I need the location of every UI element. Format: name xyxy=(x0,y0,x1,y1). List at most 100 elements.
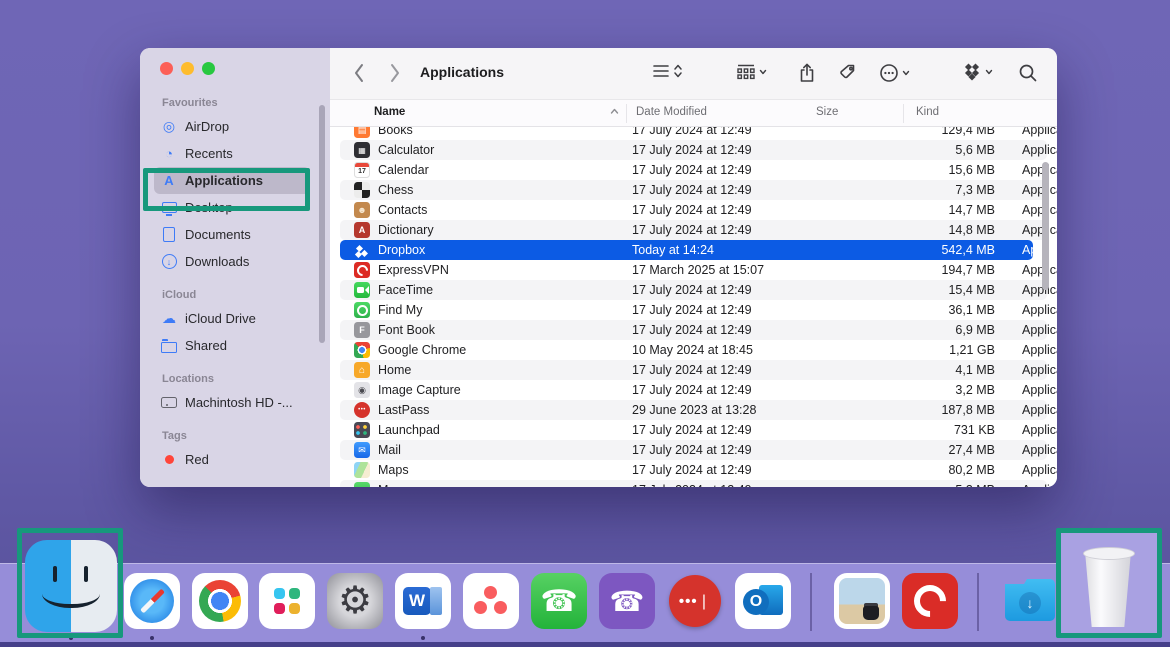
table-row-dictionary[interactable]: Dictionary17 July 2024 at 12:4914,8 MBAp… xyxy=(340,220,1047,240)
airdrop-icon xyxy=(160,118,178,136)
back-chevron-icon[interactable] xyxy=(352,62,366,84)
column-header-name[interactable]: Name xyxy=(374,106,405,118)
kind-cell: Application xyxy=(995,443,1057,457)
launchpad-app-icon xyxy=(354,422,370,438)
sidebar-section: iCloudiCloud DriveShared xyxy=(160,289,330,359)
dock-icon-whatsapp[interactable] xyxy=(531,573,587,629)
sidebar-item-red[interactable]: Red xyxy=(154,446,310,473)
date-modified-cell: 17 July 2024 at 12:49 xyxy=(632,443,912,457)
dock-icon-slack[interactable] xyxy=(259,573,315,629)
dock-icon-preview[interactable] xyxy=(834,573,890,629)
maps-app-icon xyxy=(354,462,370,478)
column-divider[interactable] xyxy=(903,104,904,123)
minimize-button[interactable] xyxy=(181,62,194,75)
findmy-app-icon xyxy=(354,302,370,318)
file-name-cell: Contacts xyxy=(340,202,632,218)
table-row-dropbox[interactable]: DropboxToday at 14:24542,4 MBApplication xyxy=(340,240,1033,260)
column-divider[interactable] xyxy=(626,104,627,123)
table-row-chess[interactable]: Chess17 July 2024 at 12:497,3 MBApplicat… xyxy=(340,180,1047,200)
sidebar-item-label: AirDrop xyxy=(185,119,229,134)
close-button[interactable] xyxy=(160,62,173,75)
size-cell: 4,1 MB xyxy=(912,363,995,377)
dock-icon-lastpass[interactable] xyxy=(667,573,723,629)
dock-icon-google-chrome[interactable] xyxy=(192,573,248,629)
zoom-button[interactable] xyxy=(202,62,215,75)
table-row-messages[interactable]: Messages17 July 2024 at 12:495,3 MBAppli… xyxy=(340,480,1047,487)
sidebar-item-icloud-drive[interactable]: iCloud Drive xyxy=(154,305,310,332)
sidebar-scrollbar[interactable] xyxy=(319,105,325,343)
dock-icon-system-settings[interactable] xyxy=(327,573,383,629)
size-cell: 194,7 MB xyxy=(912,263,995,277)
table-row-calendar[interactable]: Calendar17 July 2024 at 12:4915,6 MBAppl… xyxy=(340,160,1047,180)
tags-icon[interactable] xyxy=(838,63,857,82)
sidebar-item-downloads[interactable]: Downloads xyxy=(154,248,310,275)
table-row-calculator[interactable]: Calculator17 July 2024 at 12:495,6 MBApp… xyxy=(340,140,1047,160)
chevron-down-icon xyxy=(902,69,910,77)
file-name-cell: ExpressVPN xyxy=(340,262,632,278)
table-row-lastpass[interactable]: LastPass29 June 2023 at 13:28187,8 MBApp… xyxy=(340,400,1047,420)
file-name-cell: Google Chrome xyxy=(340,342,632,358)
table-row-font-book[interactable]: Font Book17 July 2024 at 12:496,9 MBAppl… xyxy=(340,320,1047,340)
dock-icon-safari[interactable] xyxy=(124,573,180,629)
dock-icon-microsoft-outlook[interactable] xyxy=(735,573,791,629)
column-header-date[interactable]: Date Modified xyxy=(636,106,707,118)
file-name-cell: Image Capture xyxy=(340,382,632,398)
forward-chevron-icon[interactable] xyxy=(388,62,402,84)
list-scrollbar[interactable] xyxy=(1042,162,1049,290)
table-row-expressvpn[interactable]: ExpressVPN17 March 2025 at 15:07194,7 MB… xyxy=(340,260,1047,280)
dock-icon-downloads[interactable] xyxy=(1002,573,1058,629)
table-row-find-my[interactable]: Find My17 July 2024 at 12:4936,1 MBAppli… xyxy=(340,300,1047,320)
file-name-cell: LastPass xyxy=(340,402,632,418)
dock-icon-expressvpn[interactable] xyxy=(902,573,958,629)
dock-icon-asana[interactable] xyxy=(463,573,519,629)
highlight-box-applications xyxy=(143,168,310,211)
sidebar-item-recents[interactable]: Recents xyxy=(154,140,310,167)
table-row-maps[interactable]: Maps17 July 2024 at 12:4980,2 MBApplicat… xyxy=(340,460,1047,480)
table-row-home[interactable]: Home17 July 2024 at 12:494,1 MBApplicati… xyxy=(340,360,1047,380)
view-as-list-icon[interactable] xyxy=(652,63,683,79)
highlight-box-finder xyxy=(17,528,123,638)
sidebar-item-machintosh-hd[interactable]: Machintosh HD -... xyxy=(154,389,310,416)
file-name-cell: Messages xyxy=(340,482,632,487)
share-icon[interactable] xyxy=(798,63,816,83)
size-cell: 129,4 MB xyxy=(912,127,995,137)
dock-icon-microsoft-word[interactable] xyxy=(395,573,451,629)
icloud-icon xyxy=(160,310,178,328)
fontbook-app-icon xyxy=(354,322,370,338)
dropbox-menu-icon[interactable] xyxy=(962,63,993,81)
traffic-lights xyxy=(160,62,330,75)
table-row-launchpad[interactable]: Launchpad17 July 2024 at 12:49731 KBAppl… xyxy=(340,420,1047,440)
group-by-icon[interactable] xyxy=(736,63,767,80)
size-cell: 187,8 MB xyxy=(912,403,995,417)
more-actions-icon[interactable] xyxy=(879,63,910,83)
date-modified-cell: 17 July 2024 at 12:49 xyxy=(632,223,912,237)
table-row-facetime[interactable]: FaceTime17 July 2024 at 12:4915,4 MBAppl… xyxy=(340,280,1047,300)
file-name-cell: Calculator xyxy=(340,142,632,158)
sidebar-item-documents[interactable]: Documents xyxy=(154,221,310,248)
file-name-cell: Mail xyxy=(340,442,632,458)
contacts-app-icon xyxy=(354,202,370,218)
search-icon[interactable] xyxy=(1018,63,1038,83)
table-row-contacts[interactable]: Contacts17 July 2024 at 12:4914,7 MBAppl… xyxy=(340,200,1047,220)
kind-cell: Application xyxy=(995,403,1057,417)
table-row-mail[interactable]: Mail17 July 2024 at 12:4927,4 MBApplicat… xyxy=(340,440,1047,460)
file-name: Dropbox xyxy=(378,243,425,257)
sidebar-item-airdrop[interactable]: AirDrop xyxy=(154,113,310,140)
file-name-cell: Calendar xyxy=(340,162,632,178)
file-name: Books xyxy=(378,127,413,137)
table-row-books[interactable]: Books17 July 2024 at 12:49129,4 MBApplic… xyxy=(340,127,1047,140)
table-row-google-chrome[interactable]: Google Chrome10 May 2024 at 18:451,21 GB… xyxy=(340,340,1047,360)
chevron-down-icon xyxy=(985,68,993,76)
column-header-size[interactable]: Size xyxy=(816,106,838,118)
sort-ascending-icon xyxy=(610,108,619,115)
dock-icon-viber[interactable] xyxy=(599,573,655,629)
dock-icon-trash[interactable] xyxy=(1078,547,1138,627)
running-indicator xyxy=(421,636,425,640)
table-row-image-capture[interactable]: Image Capture17 July 2024 at 12:493,2 MB… xyxy=(340,380,1047,400)
date-modified-cell: 17 July 2024 at 12:49 xyxy=(632,383,912,397)
expressvpn-app-icon xyxy=(354,262,370,278)
column-header-kind[interactable]: Kind xyxy=(916,106,939,118)
sidebar-item-shared[interactable]: Shared xyxy=(154,332,310,359)
file-name-cell: Font Book xyxy=(340,322,632,338)
file-name: Calculator xyxy=(378,143,434,157)
